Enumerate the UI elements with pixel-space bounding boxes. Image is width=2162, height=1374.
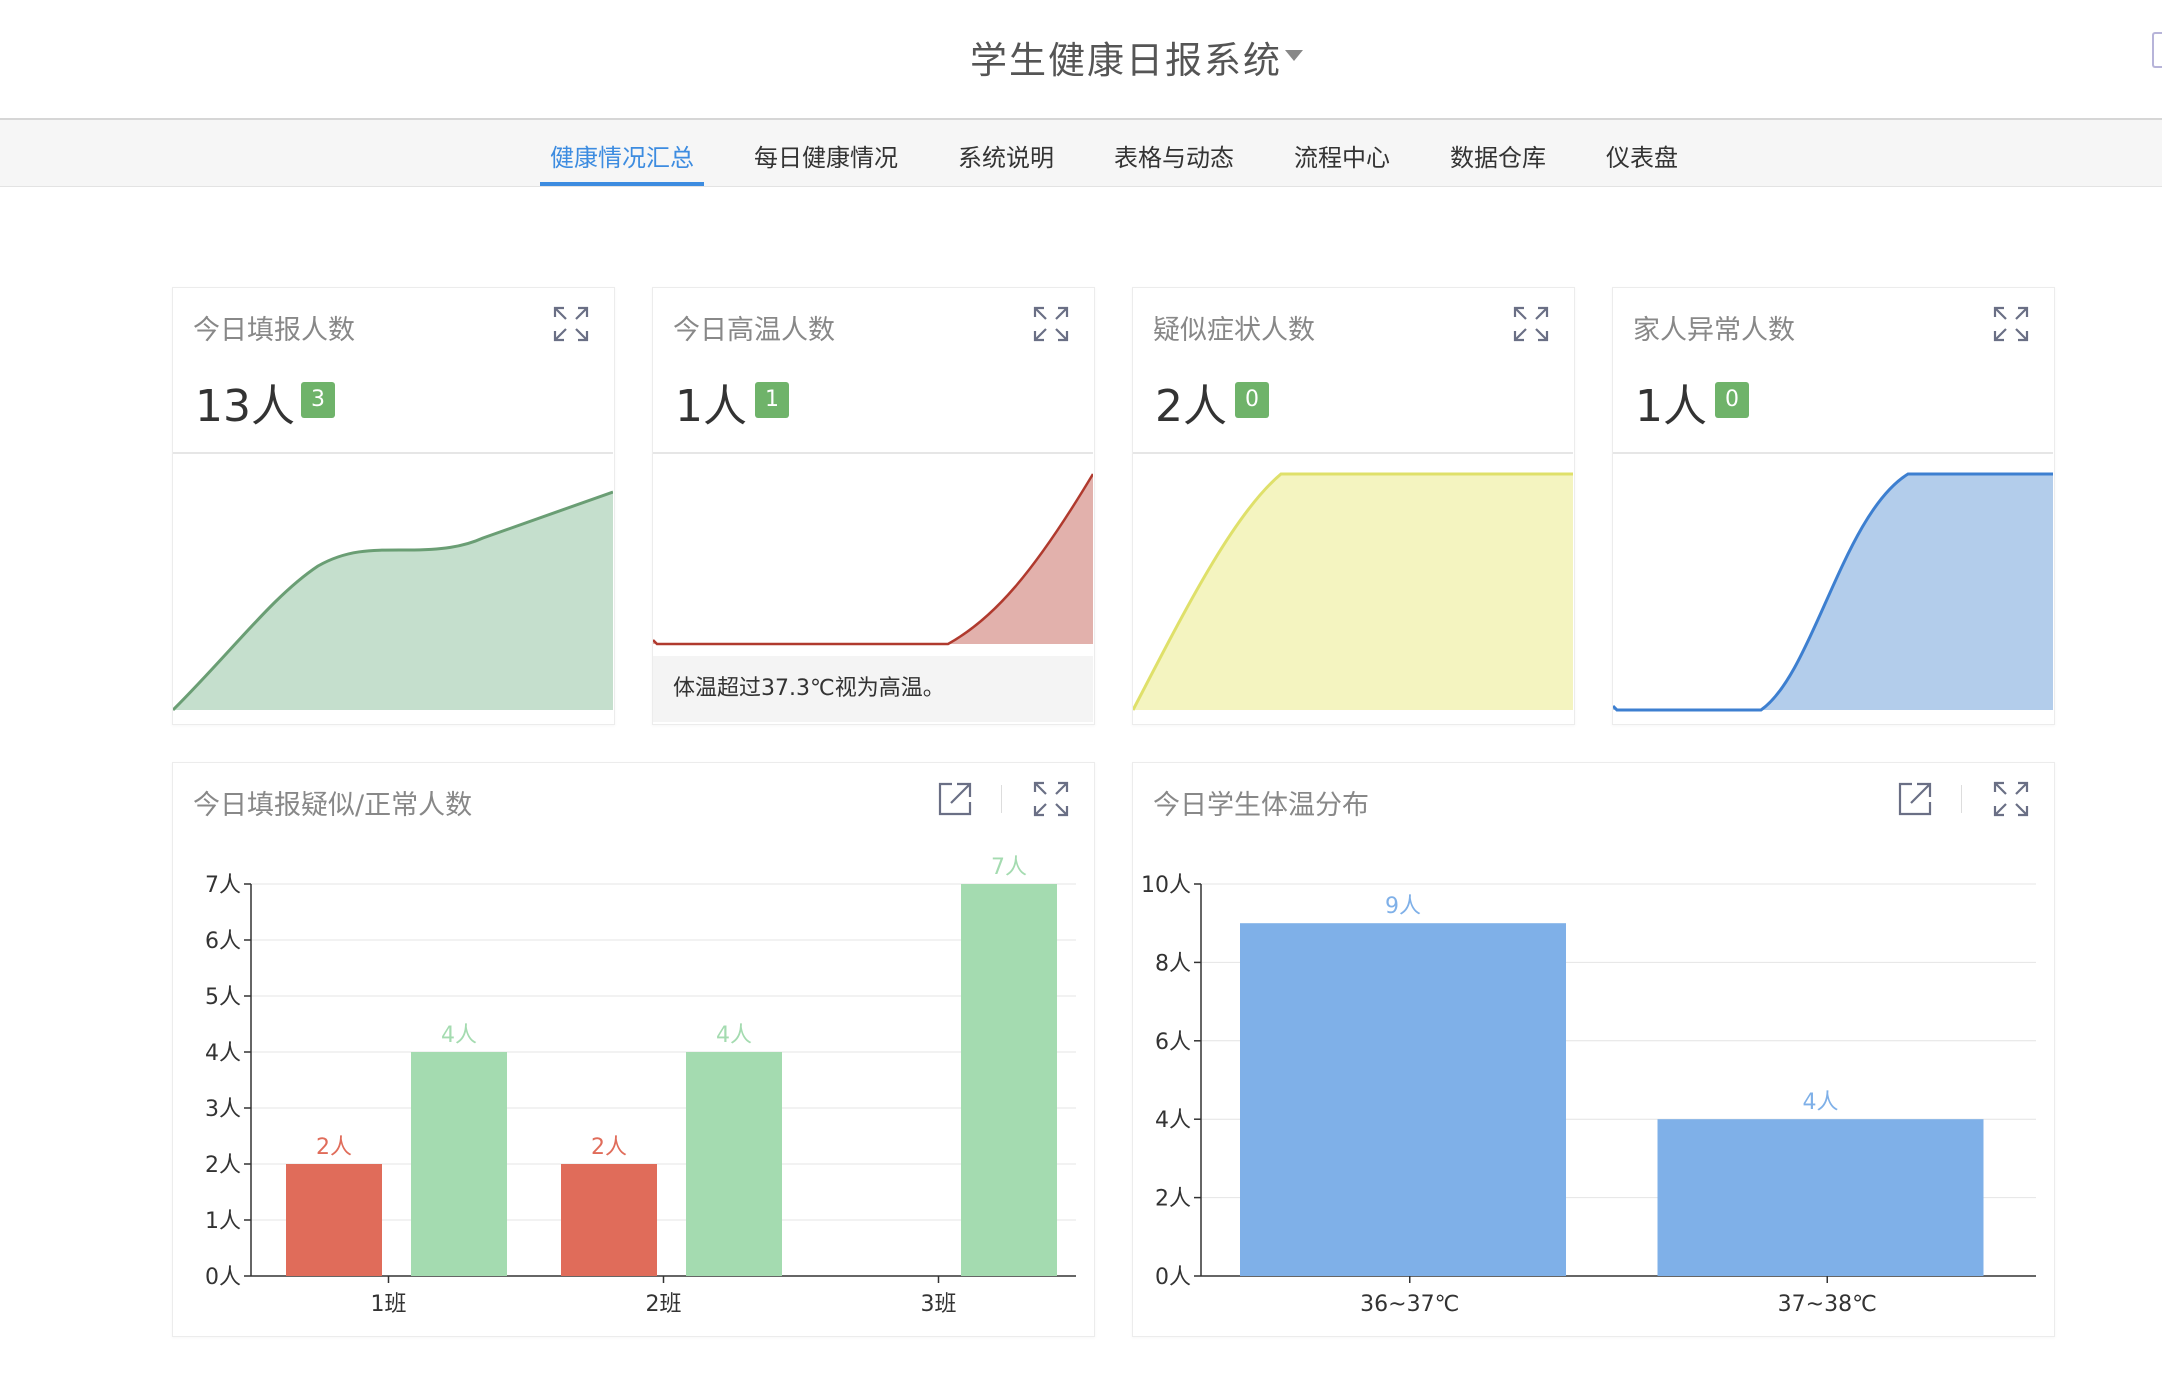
y-tick-label: 2人 (1155, 1187, 1191, 1212)
main-nav: 健康情况汇总 每日健康情况 系统说明 表格与动态 流程中心 数据仓库 仪表盘 (0, 120, 2162, 187)
bar-chart-suspected-normal: 0人 1人 2人 3人 4人 5人 6人 7人 1班 2人 4人 2班 2人 4人 3班 7人 (205, 855, 1076, 1317)
chart-panel-temperature: 今日学生体温分布 0人 2人 4人 6人 8人 10人 36~37℃ 9人 37~38℃ 4人 (1132, 762, 2055, 1337)
y-tick-label: 6人 (1155, 1030, 1191, 1055)
expand-icon[interactable] (1991, 304, 2031, 344)
stat-badge: 0 (1235, 382, 1269, 418)
bar-chart-temperature: 0人 2人 4人 6人 8人 10人 36~37℃ 9人 37~38℃ 4人 (1141, 873, 2036, 1317)
x-tick-label: 2班 (646, 1292, 682, 1317)
y-tick-label: 5人 (205, 985, 241, 1010)
panel-toggle-icon[interactable] (2152, 32, 2162, 68)
data-label: 4人 (441, 1023, 477, 1048)
y-tick-label: 4人 (1155, 1108, 1191, 1133)
y-tick-label: 1人 (205, 1209, 241, 1234)
chart-panel-suspected-normal: 今日填报疑似/正常人数 0人 1人 2人 3人 4人 5人 6人 7人 1班 2人 4人 2班 2人 4人… (172, 762, 1095, 1337)
bar (686, 1052, 782, 1276)
tab-tables-feed[interactable]: 表格与动态 (1114, 138, 1234, 173)
y-tick-label: 6人 (205, 929, 241, 954)
data-label: 4人 (1803, 1090, 1839, 1115)
bar (286, 1164, 382, 1276)
y-tick-label: 0人 (1155, 1265, 1191, 1290)
area-sparkline-symptoms (1133, 452, 1573, 711)
stat-value: 2人 (1155, 381, 1227, 432)
stat-badge: 0 (1715, 382, 1749, 418)
tab-process-center[interactable]: 流程中心 (1294, 138, 1390, 173)
stat-value: 1人 (675, 381, 747, 432)
data-label: 9人 (1385, 894, 1421, 919)
stat-card-submissions: 今日填报人数 13人 3 (172, 287, 615, 725)
card-title: 今日高温人数 (673, 315, 835, 346)
data-label: 4人 (716, 1023, 752, 1048)
stat-card-high-temp: 今日高温人数 1人 1 体温超过37.3℃视为高温。 (652, 287, 1095, 725)
y-tick-label: 8人 (1155, 951, 1191, 976)
stat-card-symptoms: 疑似症状人数 2人 0 (1132, 287, 1575, 725)
x-tick-label: 3班 (921, 1292, 957, 1317)
high-temp-note: 体温超过37.3℃视为高温。 (653, 656, 1093, 722)
y-tick-label: 10人 (1141, 873, 1191, 898)
tab-system-guide[interactable]: 系统说明 (958, 138, 1054, 173)
data-label: 7人 (991, 855, 1027, 880)
active-tab-indicator (540, 182, 704, 186)
y-tick-label: 3人 (205, 1097, 241, 1122)
tab-dashboard[interactable]: 仪表盘 (1606, 138, 1678, 173)
expand-icon[interactable] (1511, 304, 1551, 344)
card-title: 家人异常人数 (1633, 315, 1795, 346)
area-sparkline-submissions (173, 452, 613, 712)
y-tick-label: 4人 (205, 1041, 241, 1066)
expand-icon[interactable] (551, 304, 591, 344)
data-label: 2人 (591, 1135, 627, 1160)
x-tick-label: 36~37℃ (1360, 1292, 1459, 1317)
tab-health-summary[interactable]: 健康情况汇总 (550, 138, 694, 173)
x-tick-label: 1班 (371, 1292, 407, 1317)
y-tick-label: 0人 (205, 1265, 241, 1290)
bar (411, 1052, 507, 1276)
chevron-down-icon[interactable] (1285, 50, 1303, 61)
x-tick-label: 37~38℃ (1778, 1292, 1877, 1317)
bar (1240, 923, 1566, 1276)
stat-card-family-abnormal: 家人异常人数 1人 0 (1612, 287, 2055, 725)
bar (1657, 1119, 1984, 1276)
expand-icon[interactable] (1031, 304, 1071, 344)
app-title[interactable]: 学生健康日报系统 (970, 30, 1282, 84)
area-sparkline-family (1613, 452, 2053, 712)
stat-badge: 1 (755, 382, 789, 418)
tab-data-warehouse[interactable]: 数据仓库 (1450, 138, 1546, 173)
app-header: 学生健康日报系统 (0, 0, 2162, 120)
stat-value: 13人 (195, 381, 295, 432)
data-label: 2人 (316, 1135, 352, 1160)
card-title: 疑似症状人数 (1153, 315, 1315, 346)
tab-daily-health[interactable]: 每日健康情况 (754, 138, 898, 173)
card-title: 今日填报人数 (193, 315, 355, 346)
y-tick-label: 7人 (205, 873, 241, 898)
stat-value: 1人 (1635, 381, 1707, 432)
stat-badge: 3 (301, 382, 335, 418)
bar (561, 1164, 657, 1276)
y-tick-label: 2人 (205, 1153, 241, 1178)
bar (961, 884, 1057, 1276)
